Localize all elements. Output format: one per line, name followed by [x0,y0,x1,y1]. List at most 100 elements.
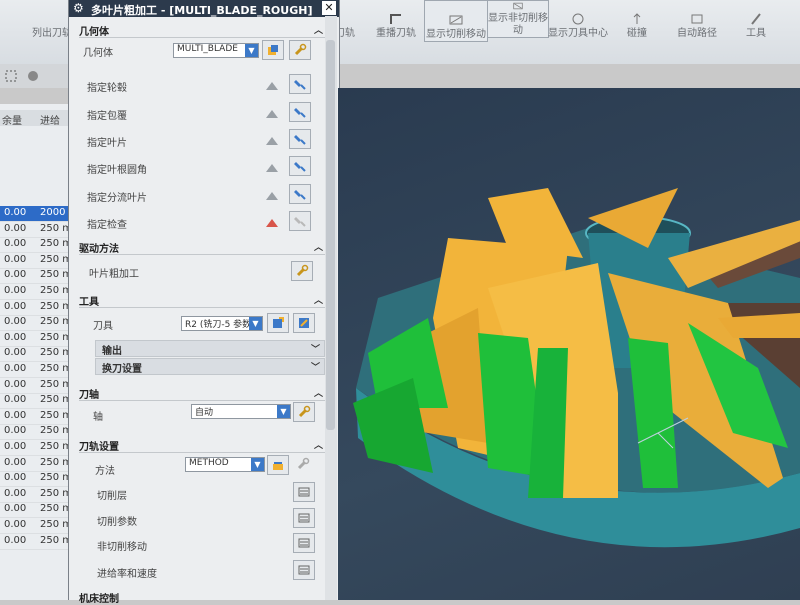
display-geometry-button[interactable] [289,211,311,231]
display-geometry-button[interactable] [289,156,311,176]
scrollbar-thumb[interactable] [326,40,335,430]
tools-button[interactable]: 工具 [736,0,776,40]
chevron-down-icon: ▼ [251,458,264,471]
select-geometry-button[interactable] [262,213,282,231]
settings-icon [298,565,310,575]
header-stock: 余量 [2,116,22,127]
show-noncut-moves-button[interactable]: 显示非切削移动 [487,0,549,38]
select-geometry-button[interactable] [262,186,282,204]
tool-select[interactable]: R2 (铣刀-5 参数) ▼ [181,316,263,331]
filter-icon[interactable] [26,69,40,83]
display-geometry-button[interactable] [289,129,311,149]
select-geometry-button[interactable] [262,158,282,176]
flashlight-icon [294,162,306,172]
select-object-icon [266,137,278,145]
ribbon-item-label: 自动路径 [677,28,717,39]
stock-cell: 0.00 [4,441,27,452]
show-cut-moves-button[interactable]: 显示切削移动 [424,0,488,42]
new-geometry-button[interactable] [262,40,284,60]
path-row-button[interactable] [293,508,315,528]
select-object-icon [266,82,278,90]
show-tool-center-button[interactable]: 显示刀具中心 [548,0,608,40]
display-geometry-button[interactable] [289,102,311,122]
new-method-button[interactable] [267,455,289,475]
stock-cell: 0.00 [4,316,27,328]
path-row-button[interactable] [293,560,315,580]
axis-select[interactable]: 自动 ▼ [191,404,291,419]
geometry-row-label: 指定包覆 [87,111,127,122]
section-title: 刀轨设置 [79,442,119,453]
new-tool-button[interactable] [267,313,289,333]
auto-path-button[interactable]: 自动路径 [672,0,722,40]
subsection-title: 换刀设置 [102,364,142,375]
edit-drive-method-button[interactable] [291,261,313,281]
stock-cell: 0.00 [4,331,27,343]
ribbon-item-label: 工具 [746,28,766,39]
output-subsection[interactable]: 输出 ﹀ [95,340,325,357]
stock-cell: 0.00 [4,285,27,296]
method-value: METHOD [189,458,229,468]
select-object-icon [266,192,278,200]
wrench-icon [297,457,310,470]
section-path-settings[interactable]: 刀轨设置 ︿ [79,438,325,453]
select-icon[interactable] [4,69,18,83]
graphics-viewport[interactable] [338,88,800,600]
settings-icon [298,513,310,523]
stock-cell: 0.00 [4,487,27,499]
ribbon-item-label: 重播刀轨 [376,28,416,39]
select-object-icon [266,110,278,118]
section-title: 工具 [79,297,99,308]
section-title: 驱动方法 [79,244,119,255]
flashlight-icon [294,108,306,118]
section-tool[interactable]: 工具 ︿ [79,293,325,308]
flashlight-icon [294,217,306,227]
tool-change-subsection[interactable]: 换刀设置 ﹀ [95,358,325,375]
section-geometry[interactable]: 几何体 ︿ [79,23,325,38]
noncut-moves-icon [513,2,523,10]
select-geometry-button[interactable] [262,104,282,122]
edit-axis-button[interactable] [293,402,315,422]
display-geometry-button[interactable] [289,74,311,94]
gear-icon[interactable]: ⚙ [73,1,84,15]
geometry-row-label: 指定叶根圆角 [87,165,147,176]
path-row-button[interactable] [293,533,315,553]
select-object-icon [266,164,278,172]
settings-icon [298,538,310,548]
ribbon-item-label: 显示切削移动 [426,29,486,40]
section-machine-control[interactable]: 机床控制 [79,590,325,605]
cut-moves-icon [449,15,463,25]
stock-cell: 0.00 [4,207,27,218]
select-geometry-button[interactable] [262,131,282,149]
close-button[interactable]: ✕ [322,1,336,15]
chevron-up-icon: ︿ [313,296,323,306]
stock-cell: 0.00 [4,238,27,250]
stock-cell: 0.00 [4,409,27,421]
edit-method-button[interactable] [293,455,313,473]
chevron-down-icon: ﹀ [310,345,320,355]
stock-cell: 0.00 [4,519,27,530]
stock-cell: 0.00 [4,394,27,406]
collision-button[interactable]: 碰撞 [622,0,652,40]
stock-cell: 0.00 [4,363,27,374]
edit-tool-button[interactable] [293,313,315,333]
tool-settings-icon [299,318,309,328]
select-geometry-button[interactable] [262,76,282,94]
path-row-button[interactable] [293,482,315,502]
section-tool-axis[interactable]: 刀轴 ︿ [79,386,325,401]
replay-toolpath-button[interactable]: 重播刀轨 [368,0,424,40]
stock-cell: 0.00 [4,534,27,546]
section-drive-method[interactable]: 驱动方法 ︿ [79,240,325,255]
geometry-select[interactable]: MULTI_BLADE ▼ [173,43,259,58]
stock-cell: 0.00 [4,503,27,515]
section-title: 刀轴 [79,390,99,401]
edit-geometry-button[interactable] [289,40,311,60]
subsection-title: 输出 [102,346,122,357]
wrench-icon [296,264,309,277]
drive-method-label: 叶片粗加工 [89,269,139,280]
display-geometry-button[interactable] [289,184,311,204]
dialog-titlebar[interactable]: ⚙ 多叶片粗加工 - [MULTI_BLADE_ROUGH] ✕ [69,0,339,17]
chevron-down-icon: ﹀ [310,363,320,373]
geometry-row-label: 指定轮毂 [87,83,127,94]
method-select[interactable]: METHOD ▼ [185,457,265,472]
impeller-model[interactable] [338,88,800,600]
